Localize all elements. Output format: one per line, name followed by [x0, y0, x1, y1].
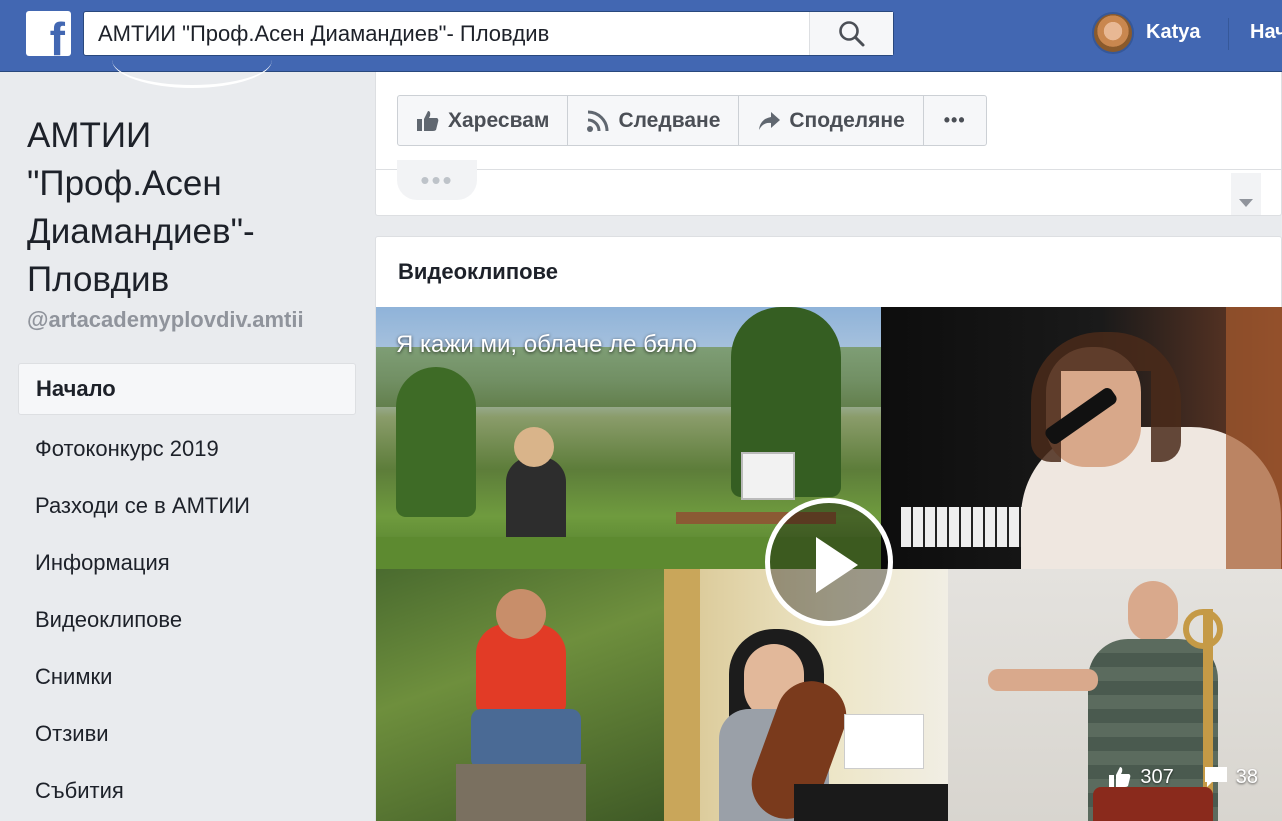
share-arrow-icon [759, 111, 781, 130]
like-count: 307 [1140, 765, 1174, 788]
play-icon [816, 537, 858, 593]
video-tile-singer [881, 307, 1282, 569]
page-actions-subcard [375, 170, 1282, 216]
page-action-buttons: Харесвам Следване Споделяне ••• [397, 95, 987, 146]
topbar-divider [1228, 18, 1229, 50]
search-box [83, 11, 894, 56]
thumbs-up-icon [417, 110, 439, 131]
facebook-logo-icon[interactable]: f [26, 11, 71, 56]
follow-button[interactable]: Следване [568, 96, 740, 145]
sidebar-item-photos[interactable]: Снимки [18, 648, 356, 705]
comment-icon [1204, 767, 1227, 787]
search-input[interactable] [84, 12, 811, 55]
user-avatar[interactable] [1092, 12, 1134, 54]
search-button[interactable] [809, 12, 893, 55]
play-button[interactable] [765, 498, 893, 626]
home-link[interactable]: Начало [1250, 21, 1282, 44]
more-dots-pill[interactable]: ••• [397, 160, 477, 200]
page-title: АМТИИ "Проф.Асен Диамандиев"- Пловдив [27, 116, 255, 299]
scroll-down-arrow[interactable] [1231, 173, 1261, 215]
share-button-label: Споделяне [789, 108, 905, 132]
comment-count: 38 [1235, 765, 1258, 788]
follow-button-label: Следване [618, 108, 721, 132]
more-options-button[interactable]: ••• [924, 96, 986, 145]
page-handle[interactable]: @artacademyplovdiv.amtii [27, 307, 304, 333]
profile-picture-edge [112, 60, 272, 88]
search-icon [838, 20, 864, 46]
page-sidebar-nav: Начало Фотоконкурс 2019 Разходи се в АМТ… [18, 363, 356, 819]
more-dots-icon: ••• [943, 110, 966, 130]
sidebar-item-info[interactable]: Информация [18, 534, 356, 591]
rss-follow-icon [587, 110, 609, 132]
share-button[interactable]: Споделяне [739, 96, 924, 145]
sidebar-item-home[interactable]: Начало [18, 363, 356, 415]
like-button[interactable]: Харесвам [398, 96, 569, 145]
sidebar-item-reviews[interactable]: Отзиви [18, 705, 356, 762]
videos-section-title[interactable]: Видеоклипове [398, 259, 558, 285]
sidebar-item-videos[interactable]: Видеоклипове [18, 591, 356, 648]
sidebar-item-tour[interactable]: Разходи се в АМТИИ [18, 477, 356, 534]
video-stats: 307 38 [1108, 765, 1258, 789]
sidebar-item-photo-contest[interactable]: Фотоконкурс 2019 [18, 420, 356, 477]
sidebar-item-events[interactable]: Събития [18, 762, 356, 819]
video-player[interactable]: Я кажи ми, облаче ле бяло 307 38 [376, 307, 1282, 821]
like-count-icon [1109, 767, 1131, 787]
video-title[interactable]: Я кажи ми, облаче ле бяло [396, 331, 697, 359]
video-tile-trumpeter [376, 569, 664, 821]
like-button-label: Харесвам [448, 108, 550, 132]
chevron-down-icon [1239, 199, 1253, 207]
user-name-link[interactable]: Katya [1146, 21, 1200, 44]
